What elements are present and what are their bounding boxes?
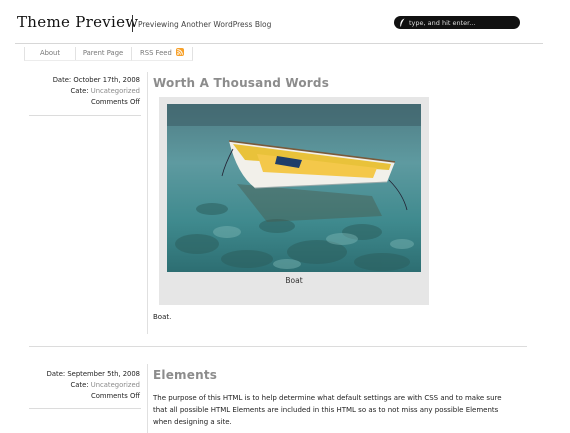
column-divider <box>147 72 148 334</box>
body-line: that all possible HTML Elements are incl… <box>153 406 499 414</box>
nav-item-rss-feed[interactable]: RSS Feed <box>132 47 193 61</box>
post-body: Boat. <box>153 313 172 321</box>
meta-divider <box>29 408 141 409</box>
category-label: Cate: <box>70 87 89 95</box>
post-title[interactable]: Elements <box>153 368 217 382</box>
nav-item-label: Parent Page <box>82 49 124 57</box>
post-body: The purpose of this HTML is to help dete… <box>153 392 502 428</box>
nav-item-about[interactable]: About <box>24 47 76 61</box>
post-divider <box>29 346 527 347</box>
post-category-row: Cate: Uncategorized <box>29 86 141 97</box>
nav-item-label: RSS Feed <box>140 49 172 57</box>
rss-icon <box>175 48 184 56</box>
post-category-row: Cate: Uncategorized <box>29 380 141 391</box>
category-link[interactable]: Uncategorized <box>91 87 140 95</box>
nav-item-label: About <box>39 49 61 57</box>
feather-icon <box>400 18 405 27</box>
nav-item-parent-page[interactable]: Parent Page <box>75 47 132 61</box>
header-divider <box>15 43 543 44</box>
column-divider <box>147 364 148 433</box>
post-comments: Comments Off <box>90 392 140 400</box>
post-comments: Comments Off <box>90 98 140 106</box>
site-tagline: Previewing Another WordPress Blog <box>138 20 272 29</box>
post-date: Date: October 17th, 2008 <box>52 76 140 84</box>
meta-divider <box>29 115 141 116</box>
image-figure: Boat <box>159 97 429 305</box>
site-title[interactable]: Theme Preview <box>17 13 138 31</box>
category-label: Cate: <box>70 381 89 389</box>
search-input[interactable] <box>409 16 513 29</box>
post-title[interactable]: Worth A Thousand Words <box>153 76 329 90</box>
post-meta: Date: October 17th, 2008 Cate: Uncategor… <box>29 75 140 108</box>
site-header: Theme Preview Previewing Another WordPre… <box>0 0 570 45</box>
post-meta: Date: September 5th, 2008 Cate: Uncatego… <box>29 369 140 402</box>
post-date: Date: September 5th, 2008 <box>46 370 140 378</box>
body-line: The purpose of this HTML is to help dete… <box>153 394 502 402</box>
title-divider <box>132 15 133 32</box>
search-box <box>394 16 520 29</box>
image-caption: Boat <box>285 276 303 285</box>
category-link[interactable]: Uncategorized <box>91 381 140 389</box>
boat-photo[interactable] <box>167 104 421 272</box>
body-line: when designing a site. <box>153 418 232 426</box>
